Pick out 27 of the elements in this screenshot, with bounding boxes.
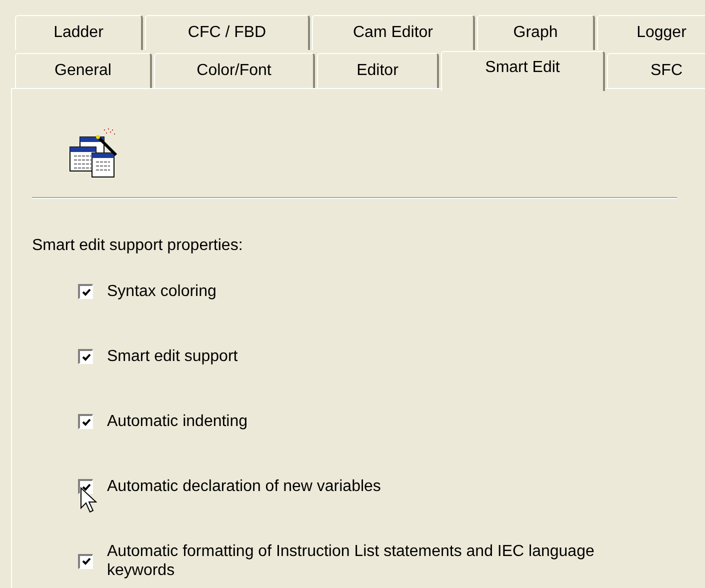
tab[interactable]: Graph bbox=[477, 15, 595, 50]
tab[interactable]: Color/Font bbox=[154, 53, 315, 88]
tab[interactable]: SFC bbox=[607, 53, 705, 88]
tab[interactable]: CFC / FBD bbox=[145, 15, 310, 50]
checkmark-icon bbox=[82, 352, 90, 362]
checkbox[interactable] bbox=[78, 554, 93, 568]
checkmark-icon bbox=[82, 557, 90, 566]
mouse-pointer-icon bbox=[80, 487, 98, 513]
checkbox-label: Smart edit support bbox=[107, 347, 238, 366]
checkbox-label: Automatic declaration of new variables bbox=[107, 477, 381, 496]
checkbox[interactable] bbox=[78, 284, 93, 299]
tab[interactable]: Cam Editor bbox=[312, 15, 475, 50]
tab[interactable]: Logger bbox=[597, 15, 705, 50]
checkmark-icon bbox=[82, 418, 90, 426]
checkbox[interactable] bbox=[78, 414, 93, 429]
checkbox[interactable] bbox=[78, 479, 93, 494]
checkmark-icon bbox=[82, 288, 90, 296]
section-label: Smart edit support properties: bbox=[32, 237, 244, 255]
checkmark-icon bbox=[82, 482, 90, 492]
tab[interactable]: Smart Edit bbox=[441, 51, 605, 91]
checkbox-label: Automatic indenting bbox=[107, 412, 248, 431]
checkbox[interactable] bbox=[78, 349, 93, 364]
tab[interactable]: Ladder bbox=[15, 15, 143, 50]
checkbox-label: Syntax coloring bbox=[107, 282, 216, 301]
checkbox-label: Automatic formatting of Instruction List statements and IEC language keywords bbox=[107, 542, 596, 580]
tab[interactable]: General bbox=[15, 53, 152, 88]
tab[interactable]: Editor bbox=[317, 53, 439, 88]
